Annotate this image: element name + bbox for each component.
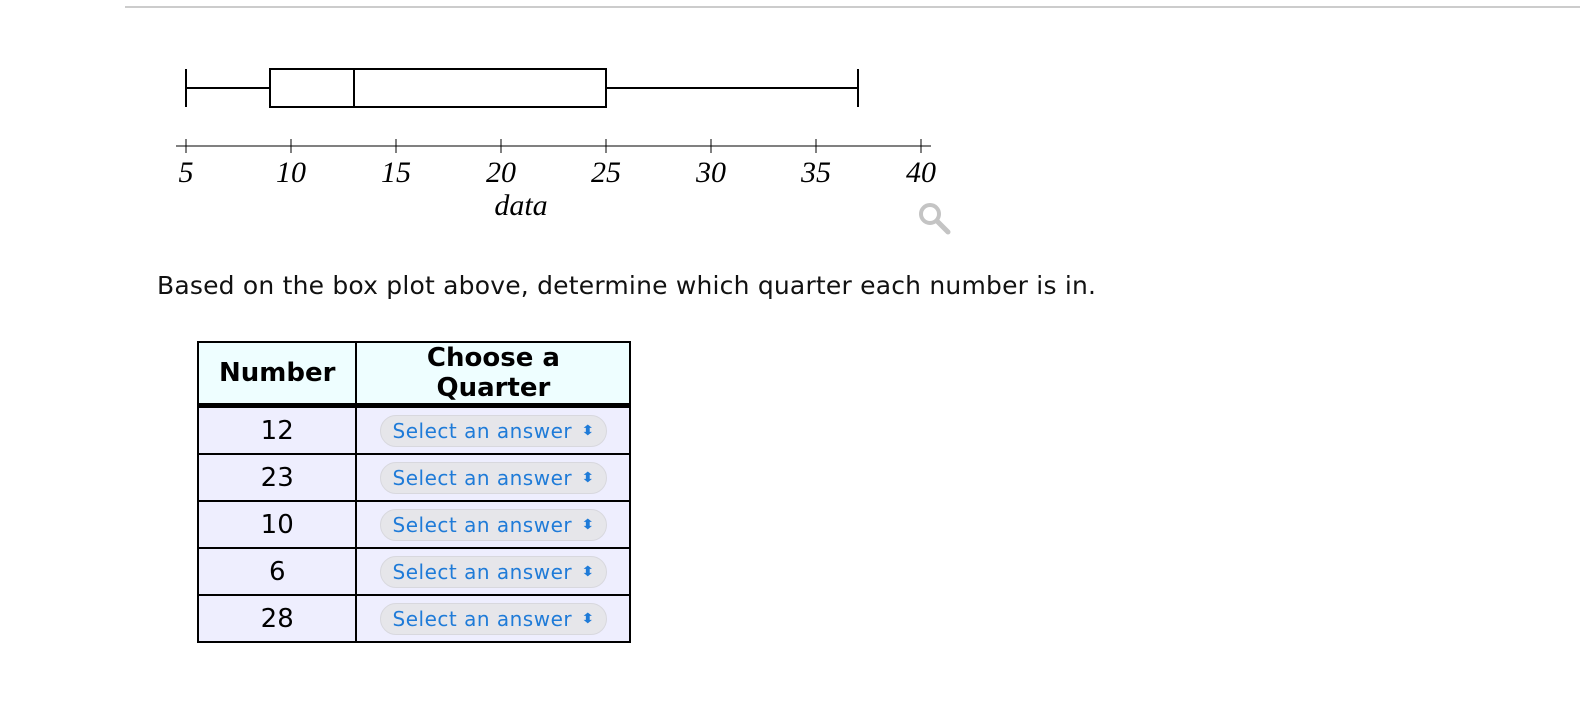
x-tick-label: 30 <box>695 156 726 189</box>
chevron-updown-icon: ⬍ <box>580 516 596 533</box>
number-cell: 10 <box>196 500 358 549</box>
box-plot-chart: 5 10 15 20 25 30 35 40 data <box>176 68 936 222</box>
table-row: 12 Select an answer ⬍ <box>196 404 632 455</box>
quarter-select[interactable]: Select an answer ⬍ <box>379 508 608 541</box>
table-row: 6 Select an answer ⬍ <box>196 547 632 596</box>
chevron-updown-icon: ⬍ <box>580 469 596 486</box>
chevron-updown-icon: ⬍ <box>580 563 596 580</box>
x-axis-label: data <box>494 189 547 222</box>
x-tick-label: 25 <box>591 156 621 189</box>
x-tick-label: 10 <box>276 156 306 189</box>
select-label: Select an answer <box>392 418 573 443</box>
number-cell: 6 <box>196 547 358 596</box>
table-row: 23 Select an answer ⬍ <box>196 453 632 502</box>
question-text: Based on the box plot above, determine w… <box>157 271 1097 300</box>
table-header-row: Number Choose a Quarter <box>196 341 632 408</box>
box-iqr <box>269 68 607 108</box>
chevron-updown-icon: ⬍ <box>580 610 596 627</box>
quarter-select[interactable]: Select an answer ⬍ <box>379 414 608 447</box>
quarter-select[interactable]: Select an answer ⬍ <box>379 602 608 635</box>
x-tick-label: 15 <box>381 156 411 189</box>
select-label: Select an answer <box>392 559 573 584</box>
header-number: Number <box>196 341 358 408</box>
quarter-select[interactable]: Select an answer ⬍ <box>379 461 608 494</box>
number-cell: 12 <box>196 404 358 455</box>
table-row: 28 Select an answer ⬍ <box>196 594 632 643</box>
number-cell: 23 <box>196 453 358 502</box>
magnifier-icon[interactable] <box>917 201 951 235</box>
x-tick-label: 40 <box>906 156 936 189</box>
table-row: 10 Select an answer ⬍ <box>196 500 632 549</box>
answer-table: Number Choose a Quarter 12 Select an ans… <box>196 341 632 643</box>
chevron-updown-icon: ⬍ <box>580 422 596 439</box>
quarter-select[interactable]: Select an answer ⬍ <box>379 555 608 588</box>
select-label: Select an answer <box>392 606 573 631</box>
x-tick-label: 5 <box>179 156 194 189</box>
select-label: Select an answer <box>392 465 573 490</box>
number-cell: 28 <box>196 594 358 643</box>
header-choose-quarter: Choose a Quarter <box>355 341 632 408</box>
x-tick-label: 20 <box>486 156 516 189</box>
select-label: Select an answer <box>392 512 573 537</box>
x-tick-label: 35 <box>800 156 831 189</box>
